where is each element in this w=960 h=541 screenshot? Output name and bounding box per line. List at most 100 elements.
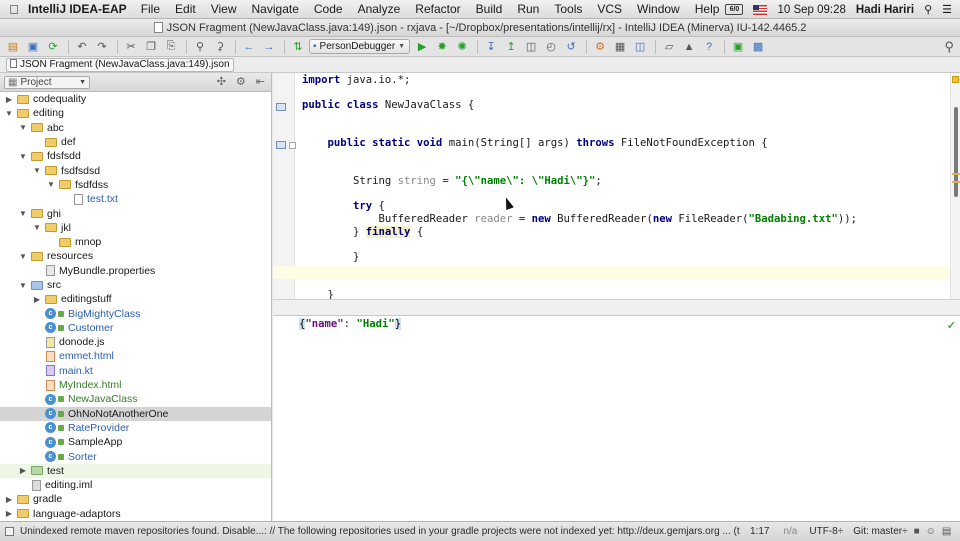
breadcrumb[interactable]: JSON Fragment (NewJavaClass.java:149).js… (6, 58, 234, 72)
hector-icon[interactable]: ☺ (926, 526, 936, 537)
menu-refactor[interactable]: Refactor (415, 2, 460, 16)
run-icon[interactable]: ▶ (413, 39, 431, 55)
menu-navigate[interactable]: Navigate (252, 2, 299, 16)
lock-icon[interactable]: ■ (914, 526, 920, 537)
vcs-commit-icon[interactable]: ↥ (502, 39, 520, 55)
menu-help[interactable]: Help (695, 2, 720, 16)
event-log-icon[interactable]: ▤ (942, 526, 951, 537)
git-branch[interactable]: Git: master÷ (853, 526, 907, 537)
make-project-icon[interactable]: ⇅ (289, 39, 307, 55)
tree-item[interactable]: ▶cNewJavaClass (0, 392, 271, 406)
tree-item[interactable]: ▶editing.iml (0, 478, 271, 492)
error-stripe-mark[interactable] (952, 173, 960, 175)
search-everywhere-icon[interactable]: ⚲ (944, 39, 954, 55)
tree-item[interactable]: ▼ editing (0, 106, 271, 120)
code-line[interactable]: public static void main(String[] args) t… (302, 137, 768, 150)
editor-scrollbar[interactable] (950, 73, 960, 299)
menu-vcs[interactable]: VCS (597, 2, 622, 16)
error-stripe-mark[interactable] (952, 181, 960, 183)
sdk-manager-icon[interactable]: ◫ (631, 39, 649, 55)
sync-icon[interactable]: ⟳ (44, 39, 62, 55)
vcs-compare-icon[interactable]: ◫ (522, 39, 540, 55)
expand-arrow-icon[interactable]: ▼ (18, 252, 28, 261)
code-line[interactable]: String string = "{\"name\": \"Hadi\"}"; (302, 175, 602, 188)
vcs-history-icon[interactable]: ◴ (542, 39, 560, 55)
avd-manager-icon[interactable]: ▱ (660, 39, 678, 55)
expand-arrow-icon[interactable]: ▼ (46, 180, 56, 189)
menu-tools[interactable]: Tools (554, 2, 582, 16)
expand-arrow-icon[interactable]: ▼ (32, 223, 42, 232)
code-line[interactable]: BufferedReader reader = new BufferedRead… (302, 213, 857, 226)
apple-menu-icon[interactable]:  (0, 2, 28, 17)
tree-item[interactable]: ▶cSorter (0, 449, 271, 463)
code-editor[interactable]: import java.io.*; public class NewJavaCla… (273, 73, 960, 301)
tree-item[interactable]: ▼ fdsfsdd (0, 149, 271, 163)
input-source-flag-icon[interactable] (753, 4, 768, 15)
collapse-arrow-icon[interactable]: ▶ (32, 295, 42, 304)
menu-window[interactable]: Window (637, 2, 680, 16)
plugin-icon[interactable]: ▣ (729, 39, 747, 55)
replace-icon[interactable]: ⚳ (211, 39, 229, 55)
status-message[interactable]: Unindexed remote maven repositories foun… (20, 526, 740, 537)
tree-item[interactable]: ▶ codequality (0, 92, 271, 106)
tree-item[interactable]: ▶emmet.html (0, 349, 271, 363)
caret-position[interactable]: 1:17 (750, 526, 769, 537)
json-fragment-editor[interactable]: {"name": "Hadi"} ✓ (273, 316, 960, 521)
copy-icon[interactable]: ❐ (142, 39, 160, 55)
code-line[interactable]: public class NewJavaClass { (302, 99, 474, 112)
user-name[interactable]: Hadi Hariri (856, 4, 914, 16)
code-line[interactable]: import java.io.*; (302, 74, 410, 87)
expand-arrow-icon[interactable]: ▼ (4, 109, 14, 118)
clock[interactable]: 10 Sep 09:28 (777, 4, 845, 16)
terminal-icon[interactable]: ▩ (749, 39, 767, 55)
tree-item[interactable]: ▼ jkl (0, 221, 271, 235)
expand-arrow-icon[interactable]: ▼ (18, 209, 28, 218)
tree-item[interactable]: ▼ resources (0, 249, 271, 263)
expand-arrow-icon[interactable]: ▼ (18, 281, 28, 290)
open-folder-icon[interactable]: ▤ (4, 39, 22, 55)
inspection-status-icon[interactable] (952, 76, 959, 83)
tree-item[interactable]: ▶main.kt (0, 364, 271, 378)
editor-splitter[interactable] (273, 299, 960, 316)
file-encoding[interactable]: UTF-8÷ (809, 526, 843, 537)
code-line[interactable]: try { (302, 200, 385, 213)
paste-icon[interactable]: ⎘ (162, 39, 180, 55)
expand-arrow-icon[interactable]: ▼ (18, 152, 28, 161)
vcs-update-icon[interactable]: ↧ (482, 39, 500, 55)
tree-item[interactable]: ▶def (0, 135, 271, 149)
app-menu[interactable]: IntelliJ IDEA-EAP (28, 2, 127, 16)
fold-icon[interactable] (289, 142, 296, 149)
tree-item[interactable]: ▶cRateProvider (0, 421, 271, 435)
tool-windows-toggle-icon[interactable] (5, 527, 14, 536)
collapse-arrow-icon[interactable]: ▶ (4, 95, 14, 104)
tree-item[interactable]: ▶cOhNoNotAnotherOne (0, 406, 271, 421)
gear-icon[interactable]: ⚙ (236, 75, 246, 88)
menu-build[interactable]: Build (476, 2, 503, 16)
menu-code[interactable]: Code (314, 2, 343, 16)
cut-icon[interactable]: ✂ (122, 39, 140, 55)
collapse-arrow-icon[interactable]: ▶ (4, 509, 14, 518)
method-gutter-icon[interactable] (276, 141, 286, 149)
menu-run[interactable]: Run (517, 2, 539, 16)
run-configuration-select[interactable]: ▪ PersonDebugger ▼ (309, 39, 411, 54)
settings-icon[interactable]: ⚙ (591, 39, 609, 55)
menu-file[interactable]: File (141, 2, 160, 16)
json-fragment-line[interactable]: {"name": "Hadi"} (299, 318, 402, 331)
tree-item[interactable]: ▼ abc (0, 121, 271, 135)
scrollbar-thumb[interactable] (954, 107, 958, 197)
tree-item[interactable]: ▶cBigMightyClass (0, 306, 271, 320)
expand-arrow-icon[interactable]: ▼ (32, 166, 42, 175)
class-gutter-icon[interactable] (276, 103, 286, 111)
collapse-arrow-icon[interactable]: ▶ (4, 495, 14, 504)
collapse-arrow-icon[interactable]: ▶ (18, 466, 28, 475)
tree-item[interactable]: ▶ gradle (0, 492, 271, 506)
forward-icon[interactable]: → (260, 39, 278, 55)
tree-item[interactable]: ▶test.txt (0, 192, 271, 206)
vcs-revert-icon[interactable]: ↺ (562, 39, 580, 55)
scroll-from-source-icon[interactable]: ✣ (217, 75, 226, 88)
code-line[interactable]: } finally { (302, 226, 423, 239)
find-icon[interactable]: ⚲ (191, 39, 209, 55)
project-view-selector[interactable]: ▦ Project ▼ (4, 75, 90, 89)
check-icon[interactable]: ✓ (947, 319, 956, 332)
tree-item[interactable]: ▶MyIndex.html (0, 378, 271, 392)
